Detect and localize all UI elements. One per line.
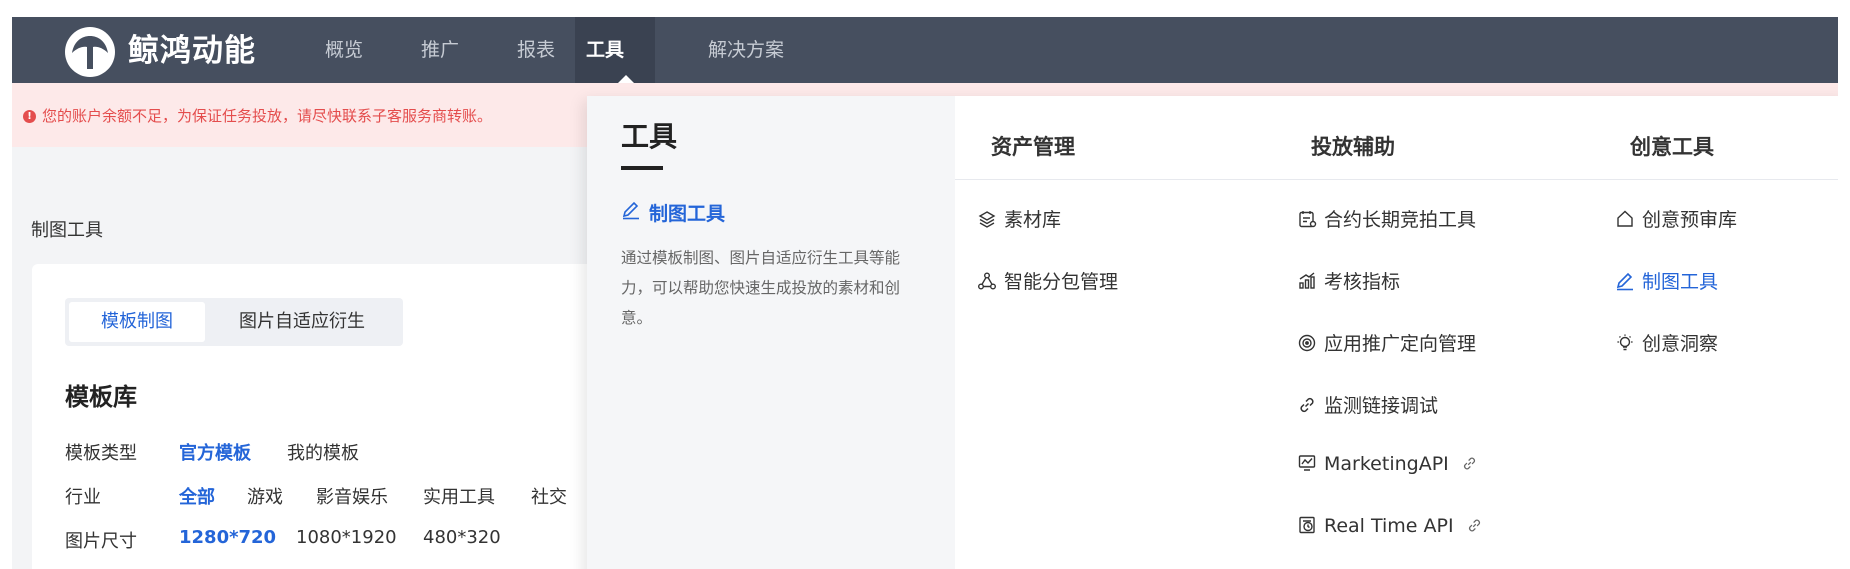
menu-item-kpi[interactable]: 考核指标 [1297,267,1400,294]
tab-template-drawing[interactable]: 模板制图 [69,302,205,342]
menu-item-creative-insight[interactable]: 创意洞察 [1615,329,1718,356]
link-icon [1297,395,1317,415]
featured-tool-link[interactable]: 制图工具 [621,199,725,226]
filter-option[interactable]: 社交 [531,483,567,509]
nav-item-reports[interactable]: 报表 [500,17,572,83]
contract-icon [1297,209,1317,229]
whale-logo-icon[interactable] [64,26,116,78]
filter-label-type: 模板类型 [65,443,137,464]
menu-item-contract-bidding[interactable]: 合约长期竞拍工具 [1297,205,1476,232]
exclamation-circle-icon: ! [23,110,36,123]
menu-item-label: 制图工具 [1642,271,1719,293]
dropdown-caret [618,75,634,83]
tools-dropdown-menu: 工具 制图工具 通过模板制图、图片自适应衍生工具等能力，可以帮助您快速生成投放的… [587,96,1838,569]
menu-item-material-library[interactable]: 素材库 [977,205,1061,232]
filter-label-industry: 行业 [65,487,101,508]
filter-option[interactable]: 官方模板 [179,439,251,465]
menu-item-label: 考核指标 [1324,271,1401,293]
menu-item-label: 监测链接调试 [1324,395,1439,417]
nav-item-tools[interactable]: 工具 [575,17,655,83]
filter-option[interactable]: 实用工具 [423,483,495,509]
dropdown-featured-panel: 工具 制图工具 通过模板制图、图片自适应衍生工具等能力，可以帮助您快速生成投放的… [587,96,955,569]
home-icon [1615,209,1635,229]
nav-item-promotion[interactable]: 推广 [404,17,476,83]
column-header-creative: 创意工具 [1630,135,1714,159]
menu-item-label: 合约长期竞拍工具 [1324,209,1477,231]
clock-doc-icon [1297,515,1317,535]
menu-item-realtime-api[interactable]: Real Time API [1297,515,1483,537]
menu-item-label: 素材库 [1004,209,1062,231]
column-header-assets: 资产管理 [991,135,1075,159]
nav-item-overview[interactable]: 概览 [308,17,380,83]
library-title: 模板库 [65,383,137,411]
filter-option[interactable]: 1280*720 [179,527,276,548]
menu-item-label: 应用推广定向管理 [1324,333,1477,355]
bulb-icon [1615,333,1635,353]
menu-item-label: Real Time API [1324,515,1454,537]
filter-option[interactable]: 全部 [179,483,215,509]
monitor-chart-icon [1297,453,1317,473]
column-divider [955,179,1838,180]
menu-item-creative-review[interactable]: 创意预审库 [1615,205,1737,232]
app-page: 鲸鸿动能 概览 推广 报表 工具 解决方案 ! 您的账户余额不足，为保证任务投放… [12,17,1838,569]
tab-adaptive-derivation[interactable]: 图片自适应衍生 [219,302,385,342]
filter-option[interactable]: 1080*1920 [296,527,397,548]
menu-item-smart-packaging[interactable]: 智能分包管理 [977,267,1118,294]
external-link-icon [1461,455,1478,472]
pencil-icon [621,200,641,220]
brand-name[interactable]: 鲸鸿动能 [128,31,256,71]
menu-item-targeting[interactable]: 应用推广定向管理 [1297,329,1476,356]
target-icon [1297,333,1317,353]
filter-option[interactable]: 影音娱乐 [316,483,388,509]
featured-tool-label: 制图工具 [649,203,726,225]
filter-label-size: 图片尺寸 [65,531,137,552]
featured-tool-description: 通过模板制图、图片自适应衍生工具等能力，可以帮助您快速生成投放的素材和创意。 [621,249,901,327]
external-link-icon [1466,517,1483,534]
filter-option[interactable]: 游戏 [247,483,283,509]
menu-item-drawing-tool[interactable]: 制图工具 [1615,267,1718,294]
menu-item-label: 创意预审库 [1642,209,1738,231]
menu-item-label: 智能分包管理 [1004,271,1119,293]
pencil-icon [1615,271,1635,291]
title-underline [621,166,663,170]
dropdown-title: 工具 [621,120,678,153]
nav-item-solutions[interactable]: 解决方案 [691,17,801,83]
column-header-delivery: 投放辅助 [1311,135,1395,159]
filter-option[interactable]: 我的模板 [287,439,359,465]
top-nav: 鲸鸿动能 概览 推广 报表 工具 解决方案 [12,17,1838,83]
bar-chart-icon [1297,271,1317,291]
alert-text: 您的账户余额不足，为保证任务投放，请尽快联系子客服务商转账。 [42,107,493,125]
menu-item-link-debug[interactable]: 监测链接调试 [1297,391,1438,418]
menu-item-label: MarketingAPI [1324,453,1449,475]
filter-option[interactable]: 480*320 [423,527,501,548]
page-title: 制图工具 [31,220,103,241]
menu-item-marketing-api[interactable]: MarketingAPI [1297,453,1478,475]
layers-icon [977,209,997,229]
hierarchy-icon [977,271,997,291]
mode-tabs: 模板制图 图片自适应衍生 [65,298,403,346]
menu-item-label: 创意洞察 [1642,333,1719,355]
